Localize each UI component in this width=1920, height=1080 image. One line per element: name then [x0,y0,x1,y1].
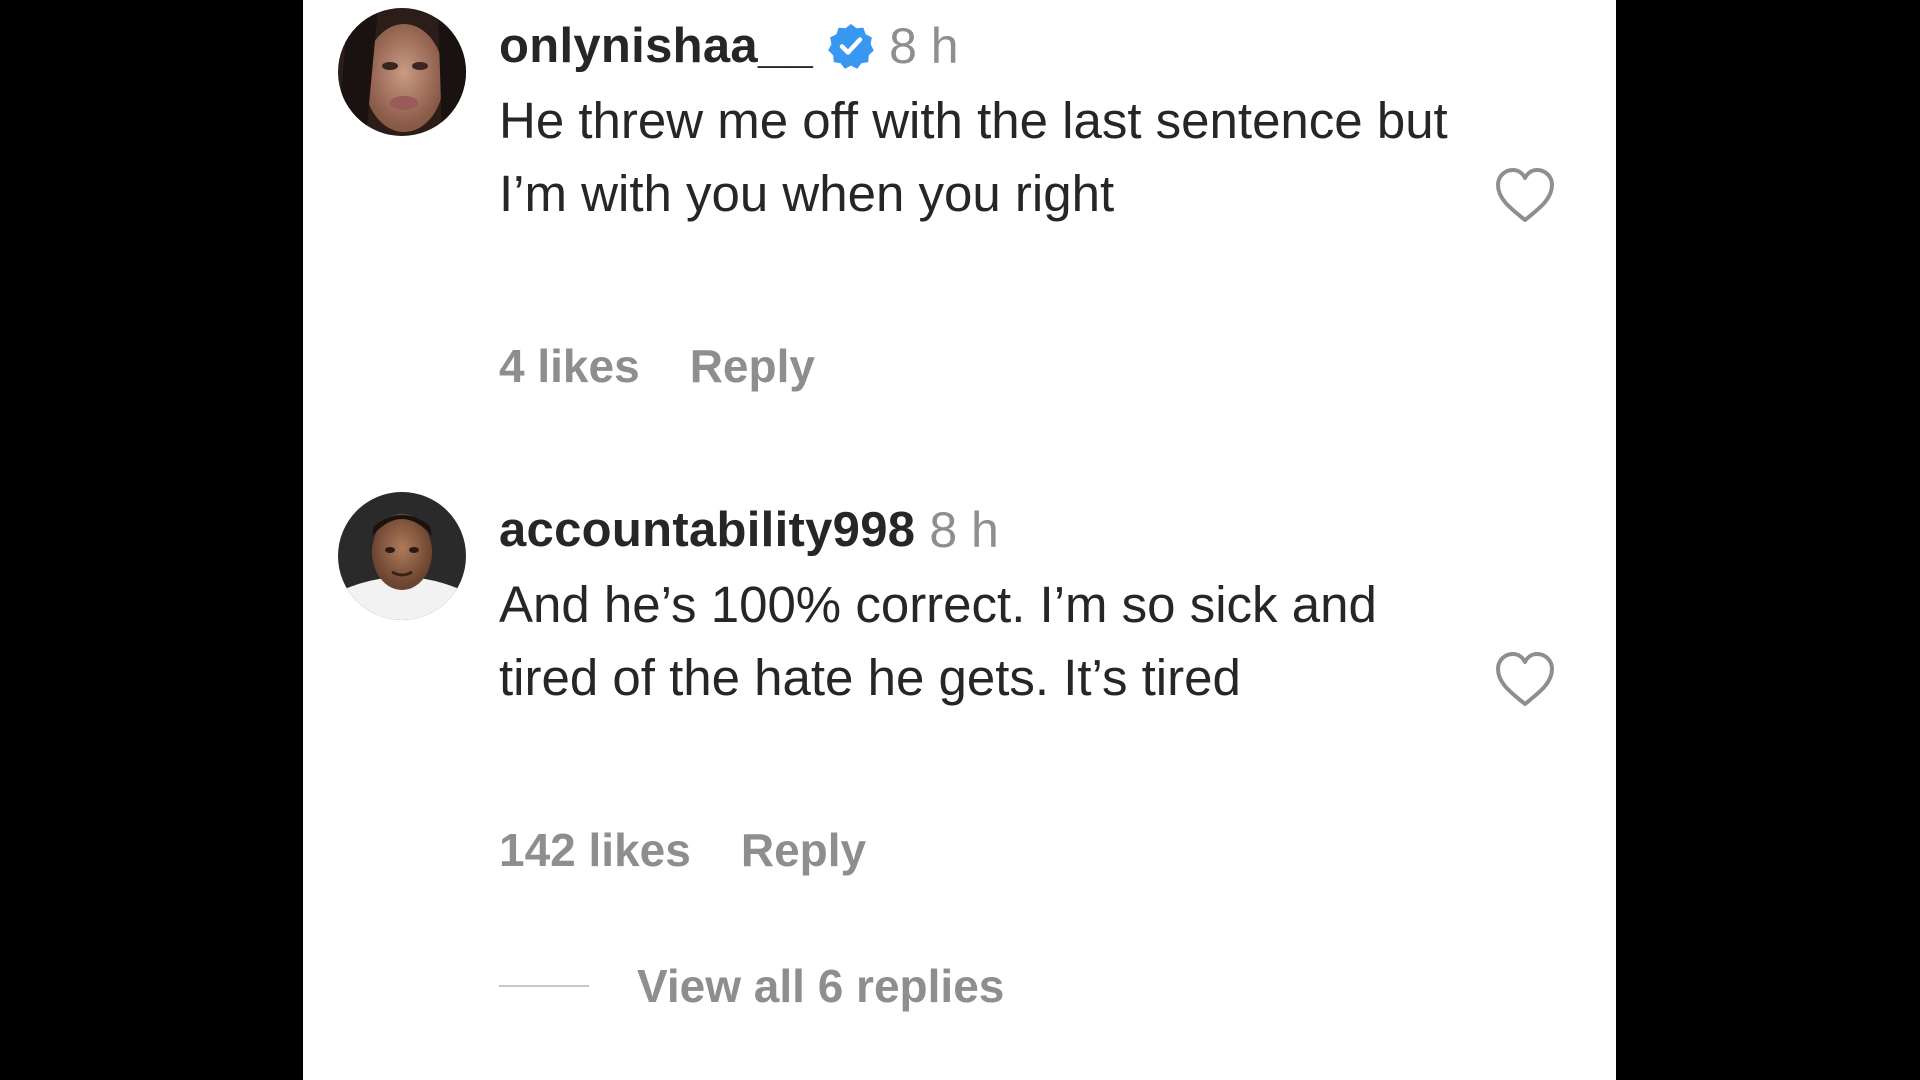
comment-actions: 4 likes Reply [499,336,815,396]
verified-badge-icon [827,22,875,70]
comments-panel: onlynishaa__ 8 h He threw me off with th… [303,0,1616,1080]
comment-text: And he’s 100% correct. I’m so sick and t… [499,576,1377,706]
comment-time: 8 h [929,502,999,558]
username[interactable]: accountability998 [499,502,915,558]
comment-time: 8 h [889,18,959,74]
comment-header: accountability998 8 h [499,500,999,560]
reply-button[interactable]: Reply [690,339,815,393]
view-replies-button[interactable]: View all 6 replies [499,956,1004,1016]
reply-button[interactable]: Reply [741,823,866,877]
avatar[interactable] [338,8,466,136]
likes-count[interactable]: 142 likes [499,823,691,877]
divider [499,985,589,987]
comment-text: He threw me off with the last sentence b… [499,92,1448,222]
comment-header: onlynishaa__ 8 h [499,16,959,76]
heart-outline-icon[interactable] [1493,650,1557,708]
view-replies-label: View all 6 replies [637,960,1005,1012]
avatar[interactable] [338,492,466,620]
likes-count[interactable]: 4 likes [499,339,640,393]
comment-actions: 142 likes Reply [499,820,866,880]
heart-outline-icon[interactable] [1493,166,1557,224]
username[interactable]: onlynishaa__ [499,18,813,74]
